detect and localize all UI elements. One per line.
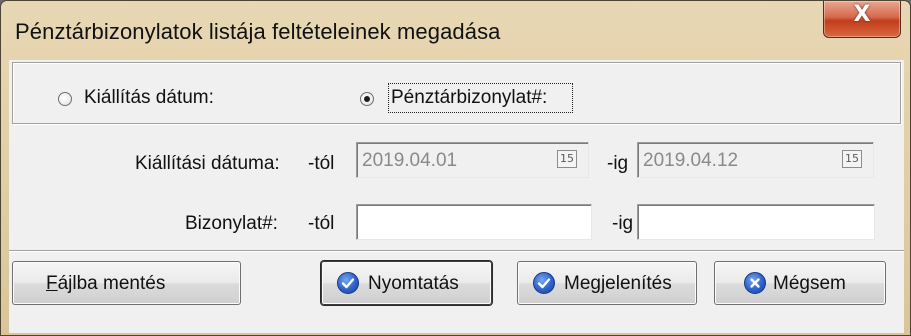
date-to-field[interactable]: 2019.04.12 15 xyxy=(637,142,874,178)
display-button-label: Megjelenítés xyxy=(564,273,672,294)
print-button[interactable]: Nyomtatás xyxy=(321,261,492,305)
radio-kiallitas-datum-label[interactable]: Kiállítás dátum: xyxy=(84,87,214,109)
print-button-label: Nyomtatás xyxy=(368,273,459,294)
check-icon xyxy=(533,272,555,294)
date-from-field[interactable]: 2019.04.01 15 xyxy=(356,142,589,178)
date-from-value: 2019.04.01 xyxy=(362,150,458,171)
close-icon: X xyxy=(853,2,871,27)
calendar-icon[interactable]: 15 xyxy=(557,150,577,168)
document-number-label: Bizonylat#: xyxy=(185,213,278,234)
dialog-window: Pénztárbizonylatok listája feltételeinek… xyxy=(0,0,911,336)
title-bar[interactable]: Pénztárbizonylatok listája feltételeinek… xyxy=(1,1,910,59)
date-to-label: -ig xyxy=(607,153,629,174)
issue-date-label: Kiállítási dátuma: xyxy=(135,153,280,174)
dialog-client-area: Kiállítás dátum: Pénztárbizonylat#: Kiál… xyxy=(9,60,904,333)
radio-kiallitas-datum[interactable] xyxy=(58,92,72,106)
close-button[interactable]: X xyxy=(823,1,901,38)
doc-from-label: -tól xyxy=(308,213,335,234)
doc-to-label: -ig xyxy=(612,213,634,234)
doc-from-input[interactable] xyxy=(356,204,592,240)
date-from-label: -tól xyxy=(308,153,335,174)
display-button[interactable]: Megjelenítés xyxy=(517,261,697,305)
cancel-button[interactable]: Mégsem xyxy=(714,261,886,305)
cancel-icon xyxy=(744,272,766,294)
radio-group: Kiállítás dátum: Pénztárbizonylat#: xyxy=(12,62,901,124)
radio-selected-dot xyxy=(364,96,370,102)
calendar-icon[interactable]: 15 xyxy=(842,150,862,168)
radio-penztarbizonylat-label[interactable]: Pénztárbizonylat#: xyxy=(391,87,547,109)
radio-penztarbizonylat[interactable] xyxy=(360,92,374,106)
separator xyxy=(9,250,904,252)
save-to-file-button[interactable]: Fájlba mentés xyxy=(12,261,241,305)
check-icon xyxy=(337,272,359,294)
save-to-file-label: Fájlba mentés xyxy=(46,273,166,294)
window-title: Pénztárbizonylatok listája feltételeinek… xyxy=(15,19,501,44)
cancel-button-label: Mégsem xyxy=(773,273,846,294)
doc-to-input[interactable] xyxy=(637,204,875,240)
date-to-value: 2019.04.12 xyxy=(643,150,739,171)
